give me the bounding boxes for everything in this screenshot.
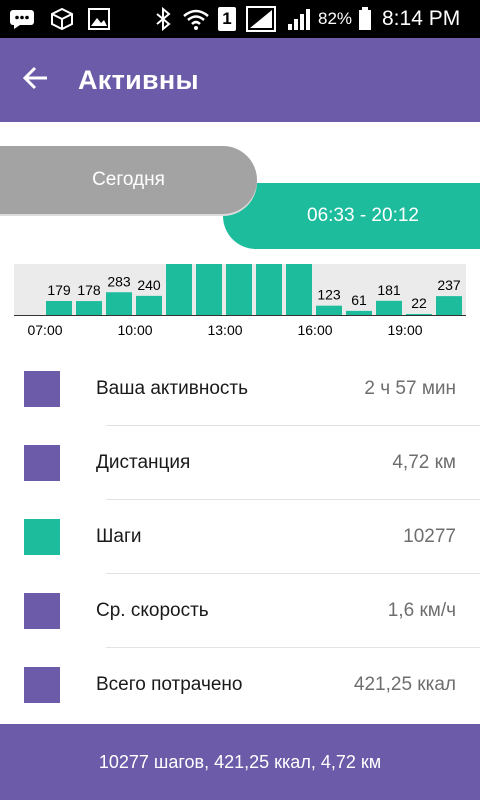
battery-percent: 82% xyxy=(318,9,353,28)
chart-bar xyxy=(286,264,312,316)
cube-app-icon xyxy=(46,0,78,38)
battery-icon xyxy=(356,0,374,38)
stat-value: 4,72 км xyxy=(392,452,456,473)
chart-bar xyxy=(136,295,162,316)
chart-data-label: 123 xyxy=(317,287,341,303)
app-bar: Активны xyxy=(0,38,480,122)
stat-value: 421,25 ккал xyxy=(353,674,456,695)
summary-footer: 10277 шагов, 421,25 ккал, 4,72 км xyxy=(0,724,480,800)
stat-label: Всего потрачено xyxy=(96,674,243,695)
activity-chart-svg: 1791782832401236118122237153 xyxy=(46,264,462,316)
arrow-left-icon xyxy=(22,66,49,95)
chart-bar xyxy=(106,292,132,316)
stat-row-activity[interactable]: Ваша активность 2 ч 57 мин xyxy=(0,352,480,426)
stat-row-steps[interactable]: Шаги 10277 xyxy=(0,500,480,574)
chart-tick-label: 07:00 xyxy=(27,322,63,338)
wifi-icon xyxy=(180,0,212,38)
stat-label: Дистанция xyxy=(96,452,191,473)
messages-icon xyxy=(6,0,38,38)
distance-color-swatch xyxy=(24,445,60,481)
back-button[interactable] xyxy=(14,58,58,102)
chart-data-label: 178 xyxy=(77,282,101,298)
stat-row-distance[interactable]: Дистанция 4,72 км xyxy=(0,426,480,500)
stat-value: 2 ч 57 мин xyxy=(364,378,456,399)
stat-value: 1,6 км/ч xyxy=(387,600,456,621)
chart-bar xyxy=(196,264,222,316)
chart-data-label: 240 xyxy=(137,277,161,293)
signal-icon xyxy=(284,0,314,38)
status-bar: 1 82% 8:14 PM xyxy=(0,0,480,38)
chart-bar xyxy=(376,300,402,316)
chart-bar xyxy=(256,264,282,316)
tab-time-range[interactable]: 06:33 - 20:12 xyxy=(223,183,480,249)
tab-time-range-label: 06:33 - 20:12 xyxy=(307,205,419,226)
activity-chart: 1791782832401236118122237153 xyxy=(14,264,466,316)
chart-data-label: 181 xyxy=(377,282,401,298)
clock: 8:14 PM xyxy=(382,7,461,30)
page-title: Активны xyxy=(78,64,199,95)
chart-data-label: 237 xyxy=(437,277,461,293)
chart-bar xyxy=(76,301,102,316)
tab-today[interactable]: Сегодня xyxy=(0,146,257,214)
speed-color-swatch xyxy=(24,593,60,629)
chart-bar xyxy=(226,264,252,316)
chart-data-label: 283 xyxy=(107,273,131,289)
stat-label: Ваша активность xyxy=(96,378,248,399)
stat-row-avg-speed[interactable]: Ср. скорость 1,6 км/ч xyxy=(0,574,480,648)
stat-value: 10277 xyxy=(403,526,456,547)
calories-color-swatch xyxy=(24,667,60,703)
steps-color-swatch xyxy=(24,519,60,555)
chart-tick-label: 19:00 xyxy=(387,322,423,338)
chart-bar xyxy=(166,264,192,316)
chart-bar xyxy=(46,300,72,316)
chart-tick-label: 10:00 xyxy=(117,322,153,338)
chart-tick-label: 13:00 xyxy=(207,322,243,338)
tab-today-label: Сегодня xyxy=(92,169,165,190)
stat-label: Шаги xyxy=(96,526,142,547)
gallery-icon xyxy=(84,0,114,38)
stat-row-calories[interactable]: Всего потрачено 421,25 ккал xyxy=(0,648,480,722)
chart-tick-label: 16:00 xyxy=(297,322,333,338)
stat-label: Ср. скорость xyxy=(96,600,209,621)
chart-x-axis xyxy=(14,315,466,316)
chart-data-label: 179 xyxy=(47,282,71,298)
chart-data-label: 61 xyxy=(351,292,367,308)
chart-data-label: 22 xyxy=(411,295,427,311)
chart-bar xyxy=(436,296,462,316)
signal-icon xyxy=(244,0,278,38)
summary-text: 10277 шагов, 421,25 ккал, 4,72 км xyxy=(98,751,382,772)
bluetooth-icon xyxy=(150,0,176,38)
activity-color-swatch xyxy=(24,371,60,407)
sim-1-icon: 1 xyxy=(216,0,238,38)
